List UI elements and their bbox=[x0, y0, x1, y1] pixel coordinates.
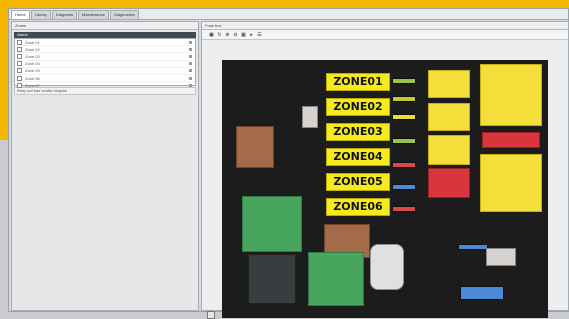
relay-brown bbox=[236, 126, 274, 168]
list-item-label: Zone 01 bbox=[25, 39, 40, 45]
mini-fuse bbox=[392, 114, 416, 120]
zoom-in-icon[interactable]: ⊕ bbox=[224, 32, 231, 38]
checkbox[interactable] bbox=[17, 39, 22, 45]
terminal-post bbox=[486, 248, 516, 266]
list-item[interactable]: Zone 02 bbox=[15, 46, 195, 54]
application-window: Home Library Diagrams Maintenance Diagno… bbox=[8, 8, 569, 319]
fuse-yellow bbox=[428, 103, 470, 131]
save-icon[interactable]: ▣ bbox=[208, 32, 215, 38]
zone-label-05: ZONE05 bbox=[326, 173, 390, 191]
row-action-icon[interactable] bbox=[189, 62, 192, 66]
tab-home[interactable]: Home bbox=[11, 10, 30, 19]
mini-fuse bbox=[392, 96, 416, 102]
window-tab-bar: Home Library Diagrams Maintenance Diagno… bbox=[9, 9, 568, 20]
tab-library[interactable]: Library bbox=[30, 10, 51, 19]
checkbox[interactable] bbox=[17, 61, 22, 67]
terminal-bracket bbox=[370, 244, 404, 290]
tab-maintenance[interactable]: Maintenance bbox=[78, 10, 109, 19]
list-item[interactable]: Zone 03 bbox=[15, 53, 195, 61]
mini-fuse bbox=[392, 78, 416, 84]
image-toolbar: ▣ ↻ ⊕ ⊖ ▦ ▸ ☰ bbox=[202, 30, 568, 40]
checkbox[interactable] bbox=[17, 68, 22, 74]
expand-icon[interactable] bbox=[207, 311, 215, 319]
zoom-out-icon[interactable]: ⊖ bbox=[232, 32, 239, 38]
zones-panel: Zones Name Zone 01 Zone 02 Zone 03 Zone … bbox=[11, 21, 199, 311]
list-item-label: Zone 07 bbox=[25, 82, 40, 88]
checkbox[interactable] bbox=[17, 82, 22, 88]
menu-icon[interactable]: ☰ bbox=[256, 32, 263, 38]
mini-fuse bbox=[392, 206, 416, 212]
row-action-icon[interactable] bbox=[189, 47, 192, 51]
list-item-label: Zone 03 bbox=[25, 53, 40, 59]
fuse-yellow bbox=[428, 70, 470, 98]
list-item-label: Zone 06 bbox=[25, 75, 40, 81]
list-item-label: Zone 05 bbox=[25, 68, 40, 74]
tab-diagrams[interactable]: Diagrams bbox=[51, 10, 78, 19]
list-item-label: Zone 02 bbox=[25, 46, 40, 52]
checkbox[interactable] bbox=[17, 46, 22, 52]
list-item[interactable]: Zone 05 bbox=[15, 68, 195, 75]
list-item[interactable]: Zone 04 bbox=[15, 61, 195, 68]
nav-icon[interactable]: ▸ bbox=[248, 32, 255, 38]
fuse-yellow bbox=[428, 135, 470, 165]
mini-fuse bbox=[392, 138, 416, 144]
row-action-icon[interactable] bbox=[189, 76, 192, 80]
zones-list: Zone 01 Zone 02 Zone 03 Zone 04 Zone 05 … bbox=[14, 38, 196, 90]
fuse-box-panel-title: Fuse box bbox=[202, 22, 568, 30]
zone-label-01: ZONE01 bbox=[326, 73, 390, 91]
list-item[interactable]: Zone 06 bbox=[15, 75, 195, 83]
zone-label-03: ZONE03 bbox=[326, 123, 390, 141]
tab-diagnostics[interactable]: Diagnostics bbox=[109, 10, 139, 19]
grid-icon[interactable]: ▦ bbox=[240, 32, 247, 38]
fuse-yellow bbox=[480, 154, 542, 212]
mini-fuse bbox=[458, 244, 488, 250]
zone-label-04: ZONE04 bbox=[326, 148, 390, 166]
checkbox[interactable] bbox=[17, 75, 22, 81]
fuse-red bbox=[482, 132, 540, 148]
row-action-icon[interactable] bbox=[189, 69, 192, 73]
relay-green bbox=[242, 196, 302, 252]
mini-fuse bbox=[392, 162, 416, 168]
relay-gray bbox=[248, 254, 296, 304]
zone-label-06: ZONE06 bbox=[326, 198, 390, 216]
mini-fuse bbox=[460, 286, 504, 300]
refresh-icon[interactable]: ↻ bbox=[216, 32, 223, 38]
fuse-box-panel: Fuse box ▣ ↻ ⊕ ⊖ ▦ ▸ ☰ ZONE01 ZONE02 ZON… bbox=[201, 21, 569, 318]
zones-panel-title: Zones bbox=[12, 22, 198, 30]
fuse-yellow bbox=[480, 64, 542, 126]
fuse-red bbox=[428, 168, 470, 198]
list-item-label: Zone 04 bbox=[25, 61, 40, 67]
mini-fuse bbox=[392, 184, 416, 190]
zone-label-02: ZONE02 bbox=[326, 98, 390, 116]
zones-status-line: Relay and fuse location diagram bbox=[14, 87, 196, 95]
row-action-icon[interactable] bbox=[189, 54, 192, 58]
row-action-icon[interactable] bbox=[189, 83, 192, 87]
checkbox[interactable] bbox=[17, 53, 22, 59]
row-action-icon[interactable] bbox=[189, 40, 192, 44]
list-item[interactable]: Zone 01 bbox=[15, 39, 195, 47]
relay-green bbox=[308, 252, 364, 306]
terminal-post bbox=[302, 106, 318, 128]
